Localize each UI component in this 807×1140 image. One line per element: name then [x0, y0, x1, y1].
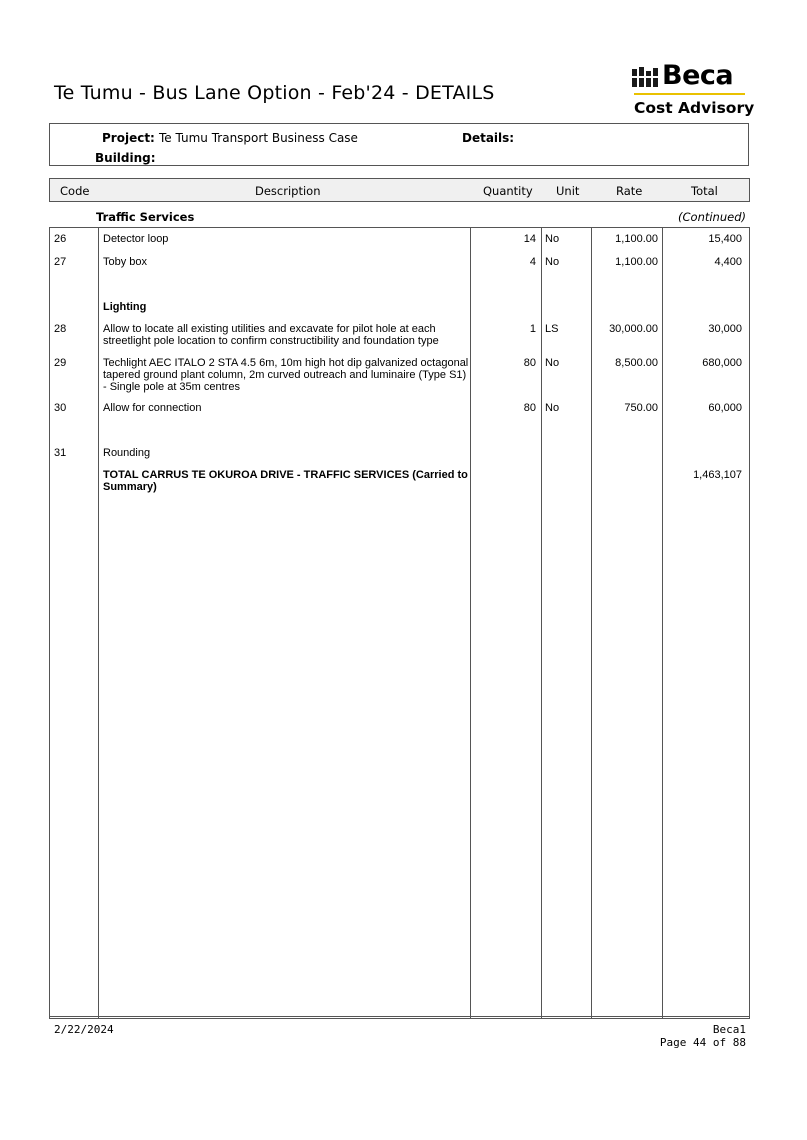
row-code: 28 — [54, 323, 67, 335]
col-header-quantity: Quantity — [483, 184, 533, 198]
row-total: 15,400 — [708, 233, 742, 245]
row-tick — [49, 419, 50, 438]
col-header-code: Code — [60, 184, 90, 198]
footer-page-info: Beca1 Page 44 of 88 — [640, 1023, 746, 1049]
row-description: Rounding — [103, 447, 151, 459]
row-code: 31 — [54, 447, 67, 459]
subsection-heading: Lighting — [103, 301, 147, 313]
row-rate: 1,100.00 — [615, 233, 658, 245]
row-code: 26 — [54, 233, 67, 245]
row-unit: No — [545, 256, 560, 268]
beca-logo-mark-icon — [632, 67, 658, 87]
row-quantity: 80 — [523, 357, 536, 369]
footer-company: Beca1 — [712, 1023, 746, 1036]
row-unit: No — [545, 357, 560, 369]
row-code: 30 — [54, 402, 67, 414]
footer-date: 2/22/2024 — [54, 1023, 114, 1036]
row-total: 680,000 — [702, 357, 742, 369]
column-divider — [98, 227, 99, 1019]
row-total: 4,400 — [714, 256, 742, 268]
row-unit: No — [545, 233, 560, 245]
project-info-box: Project: Te Tumu Transport Business Case… — [49, 123, 749, 166]
logo-subtitle: Cost Advisory — [634, 99, 755, 117]
table-bottom-rule — [49, 1016, 750, 1017]
row-total: 30,000 — [708, 323, 742, 335]
continued-label: (Continued) — [678, 210, 746, 224]
project-value: Te Tumu Transport Business Case — [159, 131, 358, 145]
building-label: Building: — [95, 151, 156, 165]
row-unit: LS — [545, 323, 559, 335]
section-title: Traffic Services — [96, 210, 195, 224]
row-description: Detector loop — [103, 233, 169, 245]
row-quantity: 80 — [523, 402, 536, 414]
row-rate: 1,100.00 — [615, 256, 658, 268]
logo-accent-bar — [634, 93, 745, 95]
column-divider — [662, 227, 663, 1019]
row-description: Allow for connection — [103, 402, 202, 414]
col-header-description: Description — [255, 184, 321, 198]
col-header-unit: Unit — [556, 184, 580, 198]
column-divider — [541, 227, 542, 1019]
beca-logo: Beca Cost Advisory — [632, 60, 754, 120]
row-rate: 8,500.00 — [615, 357, 658, 369]
row-description: Techlight AEC ITALO 2 STA 4.5 6m, 10m hi… — [103, 357, 469, 393]
row-quantity: 14 — [523, 233, 536, 245]
grand-total-value: 1,463,107 — [693, 469, 742, 481]
column-divider — [470, 227, 471, 1019]
row-tick — [49, 273, 50, 292]
details-label: Details: — [462, 131, 515, 145]
col-header-rate: Rate — [616, 184, 643, 198]
row-unit: No — [545, 402, 560, 414]
row-quantity: 4 — [529, 256, 536, 268]
page-title: Te Tumu - Bus Lane Option - Feb'24 - DET… — [54, 82, 495, 104]
grand-total-label: TOTAL CARRUS TE OKUROA DRIVE - TRAFFIC S… — [103, 469, 468, 493]
row-description: Allow to locate all existing utilities a… — [103, 323, 439, 347]
col-header-total: Total — [691, 184, 718, 198]
row-code: 29 — [54, 357, 67, 369]
column-header-row: Code Description Quantity Unit Rate Tota… — [49, 178, 750, 202]
logo-wordmark: Beca — [662, 60, 734, 91]
row-rate: 750.00 — [624, 402, 658, 414]
column-divider — [591, 227, 592, 1019]
footer-page-number: Page 44 of 88 — [659, 1036, 746, 1049]
project-label: Project: — [102, 131, 155, 145]
row-code: 27 — [54, 256, 67, 268]
row-rate: 30,000.00 — [609, 323, 658, 335]
row-quantity: 1 — [529, 323, 536, 335]
row-total: 60,000 — [708, 402, 742, 414]
row-description: Toby box — [103, 256, 148, 268]
